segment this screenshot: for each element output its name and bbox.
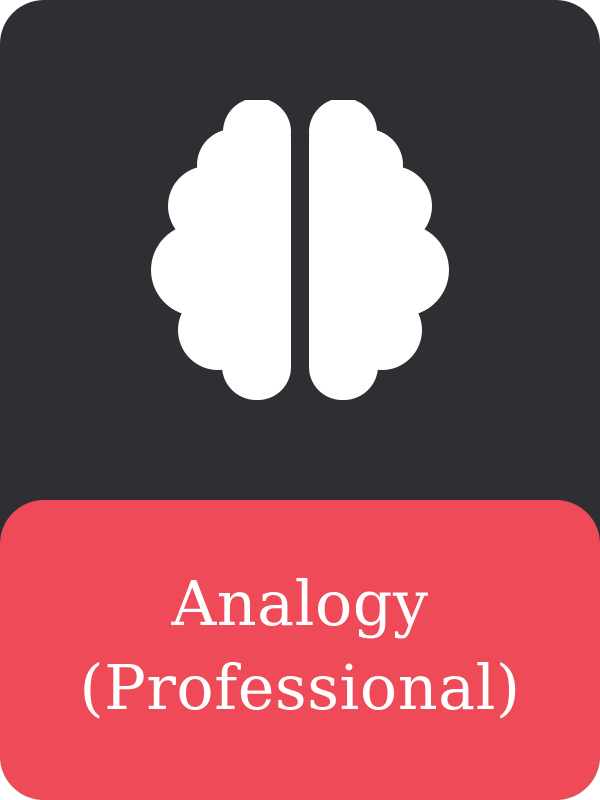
brain-icon xyxy=(151,100,449,400)
icon-area xyxy=(0,0,600,500)
card-title: Analogy (Professional) xyxy=(79,562,520,730)
card-title-line-1: Analogy xyxy=(171,567,429,640)
title-panel: Analogy (Professional) xyxy=(0,500,600,800)
card-title-line-2: (Professional) xyxy=(79,651,521,724)
analogy-card[interactable]: Analogy (Professional) xyxy=(0,0,600,800)
